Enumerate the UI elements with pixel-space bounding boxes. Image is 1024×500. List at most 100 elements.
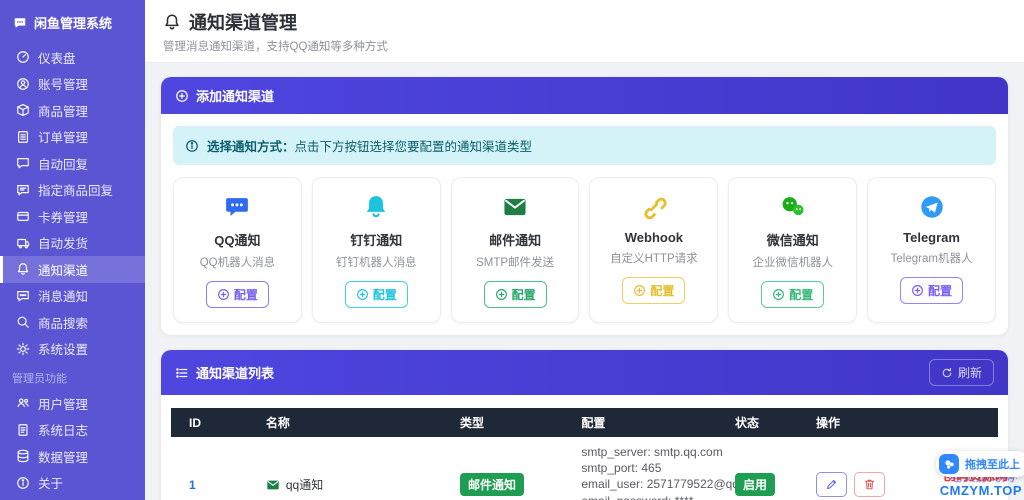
refresh-button-label: 刷新 — [958, 364, 982, 381]
app-root: 闲鱼管理系统 仪表盘 账号管理 商品管理 订单管理 自动回复 指定商品回复 — [0, 0, 1024, 500]
sidebar-item-system-logs[interactable]: 系统日志 — [0, 417, 145, 444]
plus-circle-icon — [633, 284, 646, 297]
row-config: smtp_server: smtp.qq.com smtp_port: 465 … — [581, 444, 735, 500]
column-header-type: 类型 — [460, 414, 581, 431]
sidebar-item-label: 商品搜索 — [38, 313, 88, 332]
configure-button-label: 配置 — [512, 286, 536, 303]
channel-card-telegram: Telegram Telegram机器人 配置 — [867, 177, 996, 323]
chat-bubble-icon — [15, 156, 30, 170]
dingtalk-bell-icon — [319, 193, 434, 221]
channel-card-title: 微信通知 — [735, 230, 850, 249]
table-header-row: ID 名称 类型 配置 状态 操作 — [171, 408, 998, 437]
sidebar-item-label: 通知渠道 — [38, 260, 88, 279]
delete-button[interactable] — [854, 472, 885, 497]
column-header-actions: 操作 — [816, 414, 998, 431]
configure-email-button[interactable]: 配置 — [484, 281, 547, 308]
sidebar-item-data-management[interactable]: 数据管理 — [0, 443, 145, 470]
configure-button-label: 配置 — [789, 286, 813, 303]
type-badge: 邮件通知 — [460, 473, 524, 496]
main-area: 通知渠道管理 管理消息通知渠道，支持QQ通知等多种方式 添加通知渠道 选择通知方… — [145, 0, 1024, 500]
sidebar-item-message-notify[interactable]: 消息通知 — [0, 283, 145, 310]
sidebar-item-about[interactable]: 关于 — [0, 470, 145, 497]
page-subtitle: 管理消息通知渠道，支持QQ通知等多种方式 — [163, 38, 1006, 54]
channel-cards: QQ通知 QQ机器人消息 配置 钉钉通知 — [173, 177, 996, 323]
sidebar-item-label: 消息通知 — [38, 286, 88, 305]
add-channel-panel-title: 添加通知渠道 — [196, 86, 274, 105]
sidebar-item-label: 自动回复 — [38, 154, 88, 173]
chat-bubble-icon — [12, 16, 27, 30]
status-badge: 启用 — [735, 473, 775, 496]
channel-card-subtitle: 企业微信机器人 — [735, 254, 850, 270]
refresh-button[interactable]: 刷新 — [929, 359, 994, 386]
watermark-domain-text: CMZYM.TOP — [940, 484, 1022, 498]
sidebar-item-accounts[interactable]: 账号管理 — [0, 71, 145, 98]
channel-card-subtitle: 自定义HTTP请求 — [596, 250, 711, 266]
configure-telegram-button[interactable]: 配置 — [900, 277, 963, 304]
edit-button[interactable] — [816, 472, 847, 497]
pencil-icon — [825, 478, 838, 491]
configure-button-label: 配置 — [234, 286, 258, 303]
sidebar-item-settings[interactable]: 系统设置 — [0, 336, 145, 363]
sidebar-item-label: 系统日志 — [38, 420, 88, 439]
page-title: 通知渠道管理 — [189, 9, 297, 35]
channel-card-subtitle: Telegram机器人 — [874, 250, 989, 266]
envelope-icon — [266, 478, 280, 492]
configure-qq-button[interactable]: 配置 — [206, 281, 269, 308]
sidebar-item-products[interactable]: 商品管理 — [0, 97, 145, 124]
config-line: email_password: **** — [581, 493, 735, 500]
app-logo: 闲鱼管理系统 — [0, 0, 145, 44]
alert-bold-text: 选择通知方式： — [207, 140, 295, 154]
channel-card-qq: QQ通知 QQ机器人消息 配置 — [173, 177, 302, 323]
card-icon — [15, 209, 30, 223]
plus-circle-icon — [217, 288, 230, 301]
search-icon — [15, 315, 30, 329]
sidebar-item-orders[interactable]: 订单管理 — [0, 124, 145, 151]
column-header-name: 名称 — [266, 414, 460, 431]
box-icon — [15, 103, 30, 117]
sidebar-item-label: 商品管理 — [38, 101, 88, 120]
chat-bubble-icon — [15, 183, 30, 197]
page-header: 通知渠道管理 管理消息通知渠道，支持QQ通知等多种方式 — [145, 0, 1024, 63]
chat-dots-icon — [15, 289, 30, 303]
sidebar-item-dashboard[interactable]: 仪表盘 — [0, 44, 145, 71]
row-name-text: qq通知 — [286, 476, 323, 493]
select-method-alert: 选择通知方式：点击下方按钮选择您要配置的通知渠道类型 — [173, 126, 996, 165]
configure-button-label: 配置 — [373, 286, 397, 303]
channel-card-title: QQ通知 — [180, 230, 295, 249]
drag-widget-label: 拖拽至此上 — [965, 456, 1020, 472]
sidebar-item-coupons[interactable]: 卡券管理 — [0, 203, 145, 230]
gauge-icon — [15, 50, 30, 64]
app-title: 闲鱼管理系统 — [34, 13, 112, 32]
add-channel-panel: 添加通知渠道 选择通知方式：点击下方按钮选择您要配置的通知渠道类型 QQ通知 — [161, 77, 1008, 335]
configure-wechat-button[interactable]: 配置 — [761, 281, 824, 308]
sidebar-item-label: 自动发货 — [38, 233, 88, 252]
circles-icon — [939, 454, 959, 474]
column-header-status: 状态 — [735, 414, 816, 431]
table-row: 1 qq通知 邮件通知 smtp_server: smtp.qq.com smt… — [171, 437, 998, 500]
config-line: email_user: 2571779522@qq.com — [581, 476, 735, 492]
wechat-icon — [735, 193, 850, 221]
channel-list-panel-title: 通知渠道列表 — [196, 363, 274, 382]
drag-capture-widget[interactable]: 拖拽至此上 — [936, 451, 1024, 477]
plus-circle-icon — [495, 288, 508, 301]
add-channel-panel-header: 添加通知渠道 — [161, 77, 1008, 114]
database-icon — [15, 449, 30, 463]
sidebar-item-product-search[interactable]: 商品搜索 — [0, 309, 145, 336]
sidebar-item-notify-channels[interactable]: 通知渠道 — [0, 256, 145, 283]
bell-icon — [15, 262, 30, 276]
content: 添加通知渠道 选择通知方式：点击下方按钮选择您要配置的通知渠道类型 QQ通知 — [145, 63, 1024, 500]
qq-chat-icon — [180, 193, 295, 221]
sidebar-item-auto-reply[interactable]: 自动回复 — [0, 150, 145, 177]
alert-text: 点击下方按钮选择您要配置的通知渠道类型 — [295, 140, 533, 154]
sidebar-item-user-management[interactable]: 用户管理 — [0, 390, 145, 417]
channel-card-title: 邮件通知 — [458, 230, 573, 249]
configure-dingtalk-button[interactable]: 配置 — [345, 281, 408, 308]
row-name: qq通知 — [266, 476, 460, 493]
configure-webhook-button[interactable]: 配置 — [622, 277, 685, 304]
envelope-icon — [458, 193, 573, 221]
plus-circle-icon — [772, 288, 785, 301]
sidebar-item-auto-delivery[interactable]: 自动发货 — [0, 230, 145, 257]
sidebar-item-product-reply[interactable]: 指定商品回复 — [0, 177, 145, 204]
sidebar: 闲鱼管理系统 仪表盘 账号管理 商品管理 订单管理 自动回复 指定商品回复 — [0, 0, 145, 500]
channel-card-subtitle: 钉钉机器人消息 — [319, 254, 434, 270]
